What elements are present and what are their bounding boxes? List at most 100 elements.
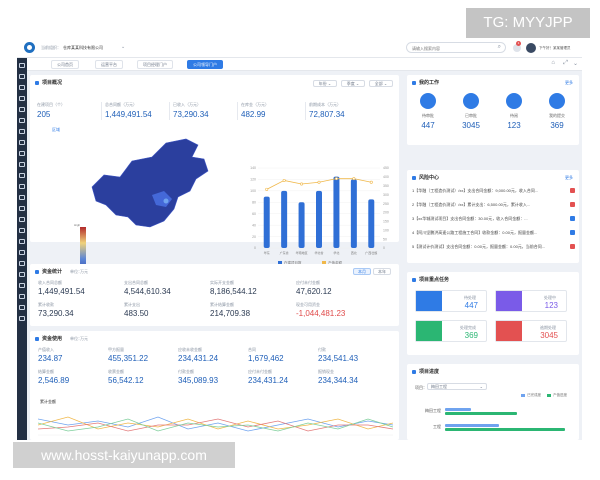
- overview-stat-label: 在库金（万元）: [241, 102, 269, 107]
- search-box[interactable]: ⌕: [406, 42, 506, 53]
- avatar[interactable]: [526, 43, 536, 53]
- task-card-value: 3045: [540, 331, 558, 340]
- risk-flag-icon: [570, 244, 575, 249]
- chevron-down-icon[interactable]: ⌄: [121, 44, 125, 50]
- sidebar-menu-icon[interactable]: [19, 151, 25, 156]
- sidebar-menu-icon[interactable]: [19, 195, 25, 200]
- sidebar-menu-icon[interactable]: [19, 63, 25, 68]
- sidebar-menu-icon[interactable]: [19, 294, 25, 299]
- tab-leader-portal[interactable]: 公司领导门户: [187, 60, 223, 69]
- risk-item[interactable]: 2【华融（工程造价测试）/xx】累计支出：6,500.00元，累计收入...: [412, 202, 572, 208]
- org-location-label: 当前组织：: [41, 45, 61, 50]
- tab-operations[interactable]: 运营平台: [95, 60, 123, 69]
- region-map[interactable]: [74, 135, 224, 235]
- project-select[interactable]: 梅田工程 ⌄: [427, 383, 487, 390]
- sidebar-menu-icon[interactable]: [19, 283, 25, 288]
- risk-panel: 风险中心 更多 1【华融（工程造价测试）/xx】支出合同金额：9,000.00元…: [407, 170, 579, 263]
- work-item[interactable]: 已审批 3045: [452, 91, 490, 141]
- search-icon[interactable]: ⌕: [498, 44, 501, 51]
- watermark-top-text: TG: MYYJPP: [483, 14, 573, 31]
- funds-use-value: 455,351.22: [108, 354, 149, 363]
- risk-item[interactable]: 4【阿川坚鹏洪高速公路工程施工合同】收款金额：0.00元，报量金额...: [412, 230, 572, 236]
- tasks-title: 项目重点任务: [412, 276, 449, 283]
- work-item[interactable]: 我的提交 369: [538, 91, 576, 141]
- funds-stat-value: 4,544,610.34: [124, 287, 171, 296]
- region-bar-chart: 1401201008060402004504003503002502001501…: [250, 166, 389, 265]
- task-card[interactable]: 处理完成 369: [415, 320, 487, 342]
- sidebar-menu-icon[interactable]: [19, 239, 25, 244]
- sidebar-menu-icon[interactable]: [19, 228, 25, 233]
- tab-pm-portal[interactable]: 项目经理门户: [137, 60, 173, 69]
- left-tick-label: 120: [250, 178, 256, 182]
- year-select-label: 年份: [318, 81, 327, 86]
- funds-stat-label: 应付未付金额: [296, 280, 320, 285]
- map-legend-high: High: [74, 223, 81, 227]
- map-shape[interactable]: [91, 138, 209, 228]
- line-chart-title: 累计金额: [40, 399, 56, 404]
- overview-stat-label: 在建项目（个）: [37, 102, 65, 107]
- risk-flag-icon: [570, 202, 575, 207]
- risk-flag-icon: [570, 216, 575, 221]
- tab-company-home[interactable]: 公司首页: [51, 60, 79, 69]
- sidebar-menu-icon[interactable]: [19, 74, 25, 79]
- sidebar-menu-icon[interactable]: [19, 162, 25, 167]
- risk-title: 风险中心: [412, 174, 439, 181]
- sidebar-menu-icon[interactable]: [19, 217, 25, 222]
- task-card[interactable]: 处理中 123: [495, 290, 567, 312]
- sidebar-menu-icon[interactable]: [19, 140, 25, 145]
- legend-swatch-complete: [521, 394, 525, 397]
- sidebar-menu-icon[interactable]: [19, 129, 25, 134]
- line-point: [300, 182, 304, 186]
- funds-use-label: 结算金额: [38, 369, 54, 374]
- map-marker[interactable]: [163, 198, 169, 204]
- risk-item[interactable]: 5【测试计价测试】支出合同金额：0.00元，报量金额：0.00元，当前合同...: [412, 244, 572, 250]
- sidebar-menu-icon[interactable]: [19, 184, 25, 189]
- legend-complete: 已完成度: [527, 393, 541, 397]
- scope-select[interactable]: 全部 ⌄: [369, 80, 393, 87]
- home-icon[interactable]: ⌂: [551, 60, 555, 66]
- task-card[interactable]: 逾期处理 3045: [495, 320, 567, 342]
- risk-item[interactable]: 1【华融（工程造价测试）/xx】支出合同金额：9,000.00元，收入合同...: [412, 188, 572, 194]
- sidebar-menu-icon[interactable]: [19, 305, 25, 310]
- sidebar-menu-icon[interactable]: [19, 316, 25, 321]
- sidebar-menu-icon[interactable]: [19, 107, 25, 112]
- year-select[interactable]: 年份 ⌄: [313, 80, 337, 87]
- quarter-select[interactable]: 季度 ⌄: [341, 80, 365, 87]
- funds-use-label: 付款: [318, 347, 326, 352]
- funds-stats-unit: 万元: [80, 269, 88, 274]
- year-button[interactable]: 本年: [373, 268, 391, 275]
- sidebar-menu-icon[interactable]: [19, 118, 25, 123]
- sidebar-menu-icon[interactable]: [19, 272, 25, 277]
- sidebar-menu-icon[interactable]: [19, 173, 25, 178]
- work-item[interactable]: 待阅 123: [495, 91, 533, 141]
- chevron-down-icon[interactable]: ⌄: [573, 60, 578, 67]
- my-work-more-link[interactable]: 更多: [565, 80, 573, 86]
- left-tick-label: 100: [250, 189, 256, 193]
- expand-icon[interactable]: ⤢: [563, 60, 568, 67]
- right-tick-label: 100: [383, 228, 389, 232]
- risk-item[interactable]: 3【xx华城测试项目】支出合同金额：30.00元，收入合同金额：...: [412, 216, 572, 222]
- sidebar-menu-icon[interactable]: [19, 261, 25, 266]
- funds-use-value: 234,541.43: [318, 354, 359, 363]
- task-card-icon: [416, 321, 442, 341]
- work-item-label: 待阅: [510, 113, 518, 118]
- sidebar-menu-icon[interactable]: [19, 96, 25, 101]
- line-series-3: [38, 418, 393, 432]
- funds-use-label: 应收未收金额: [178, 347, 202, 352]
- search-input[interactable]: [412, 44, 492, 52]
- left-tick-label: 40: [252, 223, 256, 227]
- bar: [350, 179, 357, 248]
- bar: [333, 176, 340, 248]
- right-tick-label: 0: [383, 246, 385, 250]
- work-item[interactable]: 待审批 447: [409, 91, 447, 141]
- user-name[interactable]: 下午好！某某管理员: [539, 46, 571, 51]
- task-card[interactable]: 待处理 447: [415, 290, 487, 312]
- sidebar-menu-icon[interactable]: [19, 85, 25, 90]
- tab-label: 项目经理门户: [143, 62, 167, 67]
- org-name[interactable]: 仓库某某科技有限公司: [63, 45, 103, 51]
- month-button[interactable]: 本月: [353, 268, 371, 275]
- risk-more-link[interactable]: 更多: [565, 175, 573, 181]
- sidebar-menu-icon[interactable]: [19, 250, 25, 255]
- sidebar-menu-icon[interactable]: [19, 206, 25, 211]
- funds-stat-label: 支出合同总额: [124, 280, 148, 285]
